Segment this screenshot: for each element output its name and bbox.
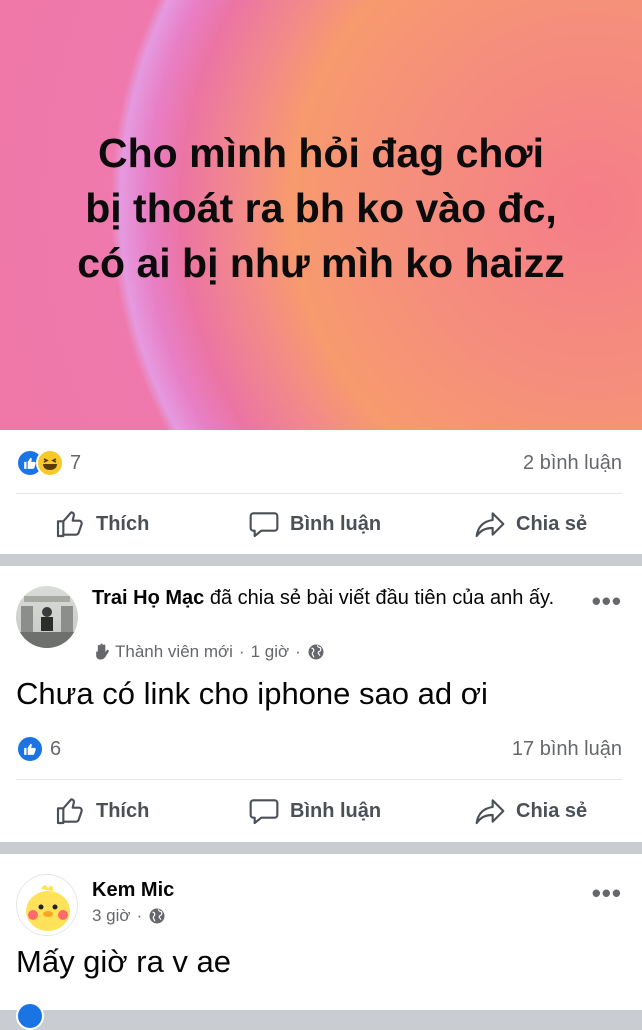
author-name[interactable]: Trai Họ Mạc — [92, 587, 204, 609]
author-action-text: đã chia sẻ bài viết đầu tiên của anh ấy. — [204, 587, 555, 609]
share-icon — [475, 799, 505, 825]
avatar[interactable] — [16, 586, 78, 648]
post-time[interactable]: 3 giờ — [92, 906, 131, 926]
post-header-text: Trai Họ Mạc đã chia sẻ bài viết đầu tiên… — [92, 585, 582, 612]
post-time[interactable]: 1 giờ — [251, 642, 290, 662]
like-label: Thích — [96, 799, 150, 822]
share-button[interactable]: Chia sẻ — [474, 795, 587, 827]
post-header-text: Kem Mic — [92, 877, 582, 904]
comment-label: Bình luận — [290, 512, 382, 535]
member-badge: Thành viên mới — [115, 642, 233, 661]
post-background-banner: Cho mình hỏi đag chơi bị thoát ra bh ko … — [0, 0, 642, 430]
post-actions: Thích Bình luận Chia sẻ — [0, 786, 642, 836]
meta-separator: · — [136, 906, 143, 925]
comment-count[interactable]: 17 bình luận — [512, 738, 622, 761]
reaction-summary[interactable]: 7 — [16, 449, 81, 477]
author-name[interactable]: Kem Mic — [92, 879, 174, 901]
like-reaction-icon — [16, 1002, 44, 1030]
comment-count[interactable]: 2 bình luận — [523, 452, 622, 475]
post1-footer: 7 2 bình luận Thích Bình luận Chia sẻ — [0, 430, 642, 554]
globe-icon — [149, 908, 165, 924]
post2-card: Trai Họ Mạc đã chia sẻ bài viết đầu tiên… — [0, 566, 642, 842]
reactions-row: 6 17 bình luận — [16, 732, 622, 766]
reaction-count: 6 — [50, 737, 62, 760]
like-button[interactable]: Thích — [54, 795, 149, 827]
post-body: Mấy giờ ra v ae — [16, 944, 232, 979]
avatar[interactable] — [16, 874, 78, 936]
wave-hand-icon — [96, 643, 109, 660]
reaction-count: 7 — [70, 451, 82, 474]
share-label: Chia sẻ — [516, 799, 588, 822]
banner-text: Cho mình hỏi đag chơi bị thoát ra bh ko … — [77, 130, 565, 286]
divider — [16, 493, 622, 494]
divider — [16, 779, 622, 780]
comment-icon — [249, 799, 279, 825]
post-body: Chưa có link cho iphone sao ad ơi — [16, 676, 488, 711]
comment-label: Bình luận — [290, 799, 382, 822]
share-icon — [475, 512, 505, 538]
post-actions: Thích Bình luận Chia sẻ — [0, 499, 642, 549]
reactions-row: 7 2 bình luận — [16, 446, 622, 480]
share-button[interactable]: Chia sẻ — [474, 508, 587, 540]
comment-button[interactable]: Bình luận — [248, 508, 381, 540]
more-options-button[interactable]: ••• — [592, 878, 622, 909]
meta-separator: · — [238, 642, 245, 661]
like-button[interactable]: Thích — [54, 508, 149, 540]
share-label: Chia sẻ — [516, 512, 588, 535]
thumbs-up-icon — [56, 798, 83, 825]
like-reaction-icon — [16, 735, 44, 763]
avatar-photo — [16, 596, 78, 648]
globe-icon — [308, 644, 324, 660]
comment-icon — [249, 512, 279, 538]
meta-separator: · — [295, 642, 301, 661]
comment-button[interactable]: Bình luận — [248, 795, 381, 827]
thumbs-up-icon — [56, 511, 83, 538]
more-options-button[interactable]: ••• — [592, 586, 622, 617]
post3-card: Kem Mic ••• 3 giờ · Mấy giờ ra v ae — [0, 854, 642, 1030]
avatar-duck-illustration — [26, 885, 70, 931]
reaction-summary[interactable]: 6 — [16, 735, 61, 763]
haha-reaction-icon — [36, 449, 64, 477]
post-meta: 3 giờ · — [92, 906, 166, 926]
post-meta: Thành viên mới · 1 giờ · — [92, 642, 325, 662]
like-label: Thích — [96, 512, 150, 535]
